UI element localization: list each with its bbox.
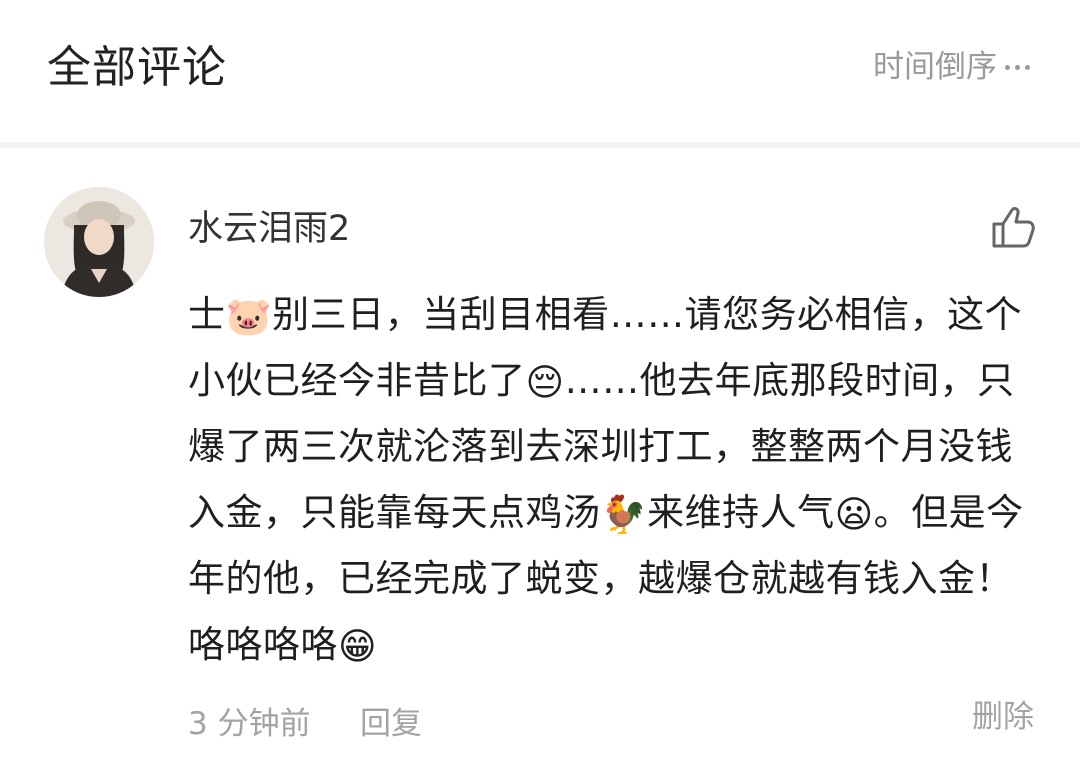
thumbs-up-icon (992, 207, 1035, 248)
comment-text-part: 士 (188, 293, 226, 336)
ellipsis-icon (1005, 44, 1030, 90)
comment-timestamp: 3 分钟前 (188, 706, 311, 742)
reply-button[interactable]: 回复 (360, 701, 422, 747)
grinning-face-emoji-icon: 😁 (338, 625, 378, 668)
comment-text: 士🐷别三日，当刮目相看……请您务必相信，这个小伙已经今非昔比了😔……他去年底那段… (188, 282, 1033, 678)
sort-order-label: 时间倒序 (873, 49, 997, 85)
avatar[interactable] (44, 187, 154, 297)
comments-page: 全部评论 时间倒序 水云泪雨2 士🐷别三日，当刮目相看……请您务必相信，这个小伙… (0, 0, 1080, 763)
pig-emoji-icon: 🐷 (225, 295, 273, 338)
like-button[interactable] (988, 202, 1038, 252)
comment-username[interactable]: 水云泪雨2 (188, 204, 350, 254)
user-avatar-icon (44, 187, 154, 297)
sort-order-button[interactable]: 时间倒序 (873, 44, 1030, 90)
rooster-emoji-icon: 🐓 (600, 493, 648, 536)
frowning-face-emoji-icon: 😦 (834, 493, 874, 536)
comment-text-part: 来维持人气 (647, 491, 835, 534)
pensive-face-emoji-icon: 😔 (525, 361, 565, 404)
header-divider (0, 142, 1080, 148)
page-title: 全部评论 (47, 42, 227, 93)
delete-button[interactable]: 删除 (972, 694, 1034, 740)
comments-header: 全部评论 时间倒序 (0, 0, 1080, 142)
